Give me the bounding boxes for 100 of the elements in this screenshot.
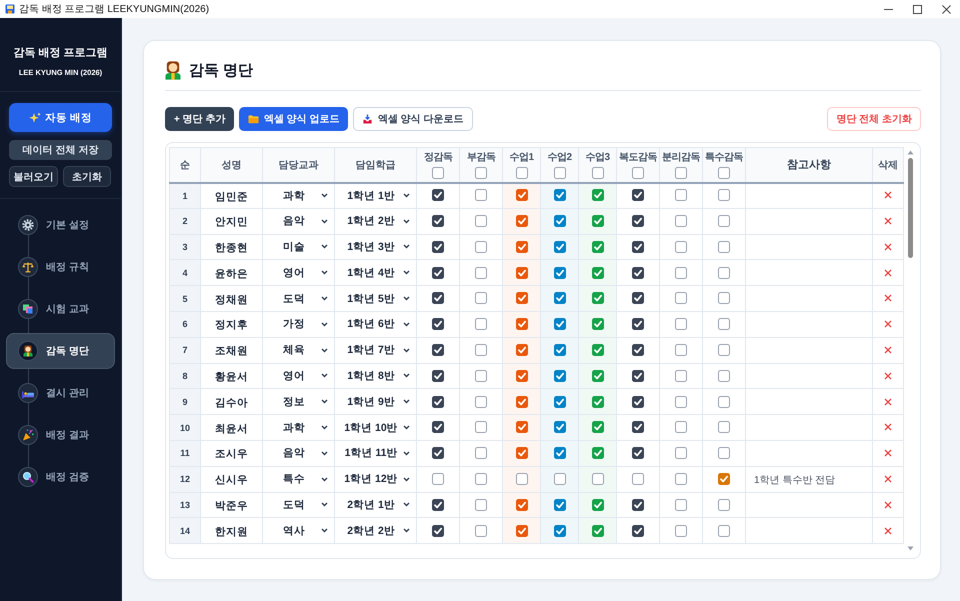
checkbox[interactable] <box>516 396 528 408</box>
checkbox[interactable] <box>432 240 444 253</box>
checkbox[interactable] <box>516 189 528 202</box>
checkbox[interactable] <box>432 292 444 304</box>
delete-icon[interactable] <box>884 216 892 225</box>
checkbox[interactable] <box>592 524 604 537</box>
checkbox[interactable] <box>432 472 444 485</box>
checkbox[interactable] <box>592 447 604 460</box>
checkbox[interactable] <box>516 344 528 356</box>
checkbox[interactable] <box>632 396 644 408</box>
checkbox[interactable] <box>554 266 566 279</box>
checkbox[interactable] <box>592 344 604 356</box>
checkbox[interactable] <box>475 189 487 202</box>
checkbox[interactable] <box>432 266 444 279</box>
checkbox[interactable] <box>475 447 487 460</box>
checkbox[interactable] <box>592 370 604 382</box>
delete-icon[interactable] <box>884 500 892 509</box>
close-icon[interactable] <box>942 4 951 14</box>
checkbox[interactable] <box>554 421 566 434</box>
checkbox[interactable] <box>475 240 487 253</box>
download-button[interactable]: 엑셀 양식 다운로드 <box>352 107 473 131</box>
checkbox[interactable] <box>675 318 687 330</box>
checkbox[interactable] <box>718 189 730 202</box>
nav-item[interactable]: 감독 명단 <box>6 333 115 369</box>
checkbox[interactable] <box>592 266 604 279</box>
checkbox[interactable] <box>554 472 566 485</box>
delete-icon[interactable] <box>884 268 892 277</box>
checkbox[interactable] <box>516 240 528 253</box>
checkbox[interactable] <box>554 214 566 227</box>
delete-icon[interactable] <box>884 320 892 328</box>
checkbox[interactable] <box>516 292 528 304</box>
delete-icon[interactable] <box>884 346 892 354</box>
checkbox[interactable] <box>718 498 730 511</box>
checkbox[interactable] <box>632 214 644 227</box>
checkbox[interactable] <box>432 421 444 434</box>
checkbox[interactable] <box>475 266 487 279</box>
checkbox[interactable] <box>475 167 487 180</box>
checkbox[interactable] <box>475 498 487 511</box>
checkbox[interactable] <box>675 524 687 537</box>
checkbox[interactable] <box>516 266 528 279</box>
delete-icon[interactable] <box>884 294 892 302</box>
delete-icon[interactable] <box>884 398 892 406</box>
checkbox[interactable] <box>718 344 730 356</box>
checkbox[interactable] <box>516 370 528 382</box>
checkbox[interactable] <box>432 498 444 511</box>
checkbox[interactable] <box>516 524 528 537</box>
nav-item[interactable]: 배정 규칙 <box>6 249 115 285</box>
nav-item[interactable]: 기본 설정 <box>6 207 115 243</box>
checkbox[interactable] <box>554 318 566 330</box>
delete-icon[interactable] <box>884 242 892 251</box>
sidebar-button[interactable]: 초기화 <box>62 166 111 187</box>
checkbox[interactable] <box>718 167 730 180</box>
checkbox[interactable] <box>718 292 730 304</box>
checkbox[interactable] <box>592 240 604 253</box>
checkbox[interactable] <box>516 472 528 485</box>
checkbox[interactable] <box>432 396 444 408</box>
checkbox[interactable] <box>592 214 604 227</box>
checkbox[interactable] <box>554 167 566 180</box>
checkbox[interactable] <box>632 370 644 382</box>
checkbox[interactable] <box>675 240 687 253</box>
checkbox[interactable] <box>432 189 444 202</box>
checkbox[interactable] <box>554 370 566 382</box>
checkbox[interactable] <box>475 524 487 537</box>
reset-button[interactable]: 명단 전체 초기화 <box>827 107 921 131</box>
checkbox[interactable] <box>432 318 444 330</box>
checkbox[interactable] <box>516 214 528 227</box>
checkbox[interactable] <box>432 167 444 180</box>
checkbox[interactable] <box>675 472 687 485</box>
nav-item[interactable]: 배정 결과 <box>6 417 115 453</box>
checkbox[interactable] <box>632 421 644 434</box>
scroll-down-icon[interactable] <box>906 546 914 551</box>
checkbox[interactable] <box>718 524 730 537</box>
checkbox[interactable] <box>592 421 604 434</box>
checkbox[interactable] <box>475 472 487 485</box>
checkbox[interactable] <box>718 214 730 227</box>
checkbox[interactable] <box>632 524 644 537</box>
checkbox[interactable] <box>516 421 528 434</box>
delete-icon[interactable] <box>884 449 892 458</box>
checkbox[interactable] <box>632 447 644 460</box>
checkbox[interactable] <box>632 472 644 485</box>
checkbox[interactable] <box>675 167 687 180</box>
nav-item[interactable]: 배정 검증 <box>6 459 115 495</box>
checkbox[interactable] <box>675 266 687 279</box>
sidebar-button[interactable]: 불러오기 <box>9 166 58 187</box>
delete-icon[interactable] <box>884 474 892 483</box>
add-button[interactable]: + 명단 추가 <box>165 107 234 131</box>
checkbox[interactable] <box>718 472 730 485</box>
checkbox[interactable] <box>718 447 730 460</box>
checkbox[interactable] <box>592 498 604 511</box>
nav-item[interactable]: 시험 교과 <box>6 291 115 327</box>
checkbox[interactable] <box>632 189 644 202</box>
checkbox[interactable] <box>516 318 528 330</box>
checkbox[interactable] <box>675 396 687 408</box>
checkbox[interactable] <box>516 167 528 180</box>
checkbox[interactable] <box>432 214 444 227</box>
checkbox[interactable] <box>475 292 487 304</box>
checkbox[interactable] <box>718 396 730 408</box>
checkbox[interactable] <box>675 498 687 511</box>
checkbox[interactable] <box>516 447 528 460</box>
checkbox[interactable] <box>718 266 730 279</box>
